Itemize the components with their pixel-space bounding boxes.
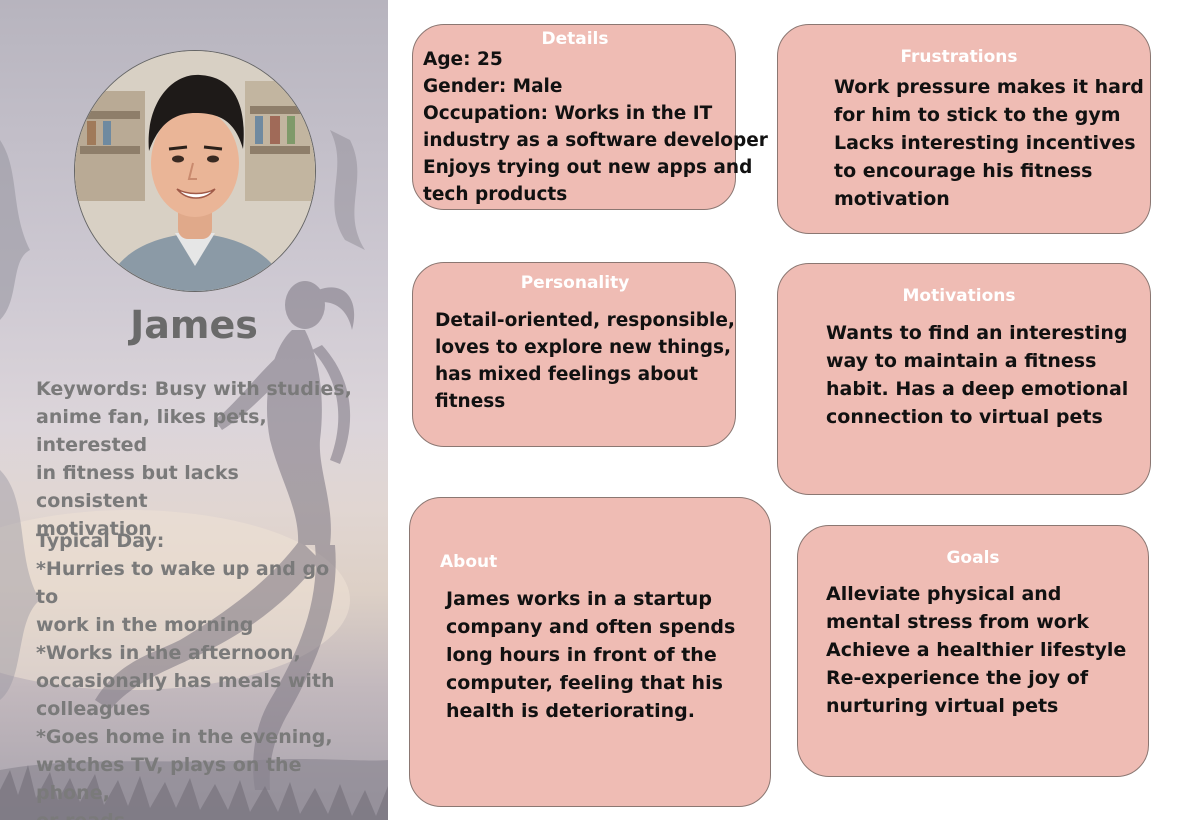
typical-day-line: watches TV, plays on the phone, <box>36 754 302 804</box>
personality-line: Detail-oriented, responsible, <box>435 310 735 331</box>
frustrations-line: to encourage his fitness <box>834 160 1093 182</box>
personality-line: loves to explore new things, <box>435 337 732 358</box>
keywords-text: Keywords: Busy with studies, anime fan, … <box>36 375 356 543</box>
about-line: company and often spends <box>446 616 736 638</box>
about-body: James works in a startup company and oft… <box>446 585 735 725</box>
personality-body: Detail-oriented, responsible, loves to e… <box>435 307 735 415</box>
personality-title: Personality <box>520 273 630 293</box>
typical-day-line: occasionally has meals with <box>36 670 335 692</box>
motivations-title: Motivations <box>902 286 1016 306</box>
goals-title: Goals <box>946 548 1000 568</box>
typical-day-line: colleagues <box>36 698 151 720</box>
details-line: Enjoys trying out new apps and <box>423 157 753 178</box>
goals-line: nurturing virtual pets <box>826 695 1059 717</box>
keywords-line: anime fan, likes pets, interested <box>36 406 267 456</box>
frustrations-line: Work pressure makes it hard <box>834 76 1144 98</box>
typical-day-line: *Works in the afternoon, <box>36 642 301 664</box>
persona-sidebar: James Keywords: Busy with studies, anime… <box>0 0 388 820</box>
motivations-line: way to maintain a fitness <box>826 350 1097 372</box>
typical-day-text: Typical Day: *Hurries to wake up and go … <box>36 527 356 820</box>
personality-line: has mixed feelings about <box>435 364 699 385</box>
typical-day-line: work in the morning <box>36 614 254 636</box>
goals-line: mental stress from work <box>826 611 1089 633</box>
typical-day-line: or reads <box>36 807 356 820</box>
details-body: Age: 25 Gender: Male Occupation: Works i… <box>423 46 768 208</box>
details-card: Details Age: 25 Gender: Male Occupation:… <box>412 24 768 210</box>
about-line: long hours in front of the <box>446 644 717 666</box>
details-line: Age: 25 <box>423 49 503 70</box>
motivations-line: Wants to find an interesting <box>826 322 1128 344</box>
about-title: About <box>440 552 498 572</box>
details-line: tech products <box>423 184 568 205</box>
goals-line: Alleviate physical and <box>826 583 1062 605</box>
details-line: Occupation: Works in the IT <box>423 103 713 124</box>
goals-body: Alleviate physical and mental stress fro… <box>826 580 1126 720</box>
personality-line: fitness <box>435 391 506 412</box>
typical-day-line: *Hurries to wake up and go to <box>36 558 330 608</box>
details-line: industry as a software developer <box>423 130 768 151</box>
about-line: James works in a startup <box>446 588 712 610</box>
frustrations-title: Frustrations <box>900 47 1018 67</box>
typical-day-line: Typical Day: <box>36 530 165 552</box>
motivations-card: Motivations Wants to find an interesting… <box>777 263 1151 495</box>
typical-day-line: *Goes home in the evening, <box>36 726 333 748</box>
motivations-body: Wants to find an interesting way to main… <box>826 319 1128 431</box>
frustrations-line: motivation <box>834 188 950 210</box>
about-card: About James works in a startup company a… <box>409 497 771 807</box>
person-photo-icon <box>75 51 315 291</box>
motivations-line: connection to virtual pets <box>826 406 1103 428</box>
goals-line: Re-experience the joy of <box>826 667 1089 689</box>
keywords-line: Keywords: Busy with studies, <box>36 378 352 400</box>
about-line: health is deteriorating. <box>446 700 695 722</box>
frustrations-line: for him to stick to the gym <box>834 104 1121 126</box>
frustrations-card: Frustrations Work pressure makes it hard… <box>777 24 1151 234</box>
avatar <box>74 50 316 292</box>
goals-line: Achieve a healthier lifestyle <box>826 639 1127 661</box>
goals-card: Goals Alleviate physical and mental stre… <box>797 525 1149 777</box>
persona-name: James <box>130 303 258 347</box>
keywords-line: in fitness but lacks consistent <box>36 462 239 512</box>
personality-card: Personality Detail-oriented, responsible… <box>412 262 736 447</box>
motivations-line: habit. Has a deep emotional <box>826 378 1129 400</box>
about-line: computer, feeling that his <box>446 672 723 694</box>
frustrations-line: Lacks interesting incentives <box>834 132 1136 154</box>
frustrations-body: Work pressure makes it hard for him to s… <box>834 73 1144 213</box>
details-line: Gender: Male <box>423 76 563 97</box>
